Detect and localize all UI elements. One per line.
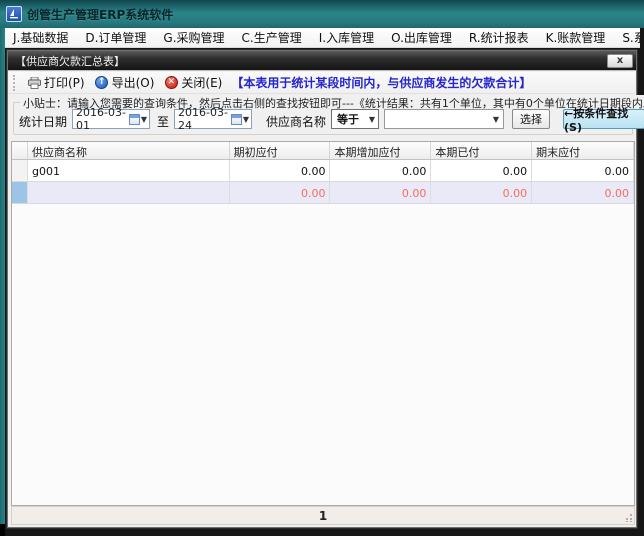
cell-supplier-name[interactable]: g001 — [28, 160, 230, 181]
close-circle-icon: ✕ — [164, 76, 178, 90]
page-number: 1 — [319, 509, 327, 523]
column-header-2[interactable]: 本期增加应付 — [330, 142, 431, 159]
app-icon — [6, 6, 22, 22]
report-body: 打印(P) ↑ 导出(O) ✕ 关闭(E) 【本表用于统计某段时间内，与供应商发… — [8, 70, 636, 527]
row-selector-header — [12, 142, 28, 159]
chevron-down-icon[interactable]: ▼ — [141, 115, 147, 124]
menu-item-3[interactable]: C.生产管理 — [242, 29, 302, 46]
row-selector[interactable] — [12, 182, 28, 203]
filter-row: 统计日期 2016-03-01 ▼ 至 2016-03-24 ▼ 供 — [14, 109, 632, 131]
print-label: 打印(P) — [44, 74, 85, 91]
menu-bar: J.基础数据 D.订单管理 G.采购管理 C.生产管理 I.入库管理 O.出库管理 R.统计… — [5, 28, 640, 48]
cell-value[interactable]: 0.00 — [230, 160, 331, 181]
date-to-label: 至 — [157, 113, 169, 130]
row-selector[interactable] — [12, 160, 28, 181]
export-label: 导出(O) — [112, 74, 155, 91]
report-title: 【供应商欠款汇总表】 — [15, 53, 607, 69]
cell-value[interactable]: 0.00 — [330, 182, 431, 203]
cell-value[interactable]: 0.00 — [330, 160, 431, 181]
status-bar: 1 — [11, 506, 635, 525]
supplier-combo[interactable]: ▼ — [384, 109, 504, 129]
menu-item-7[interactable]: K.账款管理 — [546, 29, 606, 46]
toolbar-grip-icon — [13, 75, 16, 91]
close-report-button[interactable]: ✕ 关闭(E) — [159, 72, 227, 93]
date-label: 统计日期 — [19, 113, 67, 130]
calendar-icon — [231, 114, 242, 125]
report-titlebar: 【供应商欠款汇总表】 x — [8, 51, 636, 70]
date-to-input[interactable]: 2016-03-24 ▼ — [174, 109, 252, 129]
resize-grip-icon[interactable] — [624, 514, 632, 522]
date-from-input[interactable]: 2016-03-01 ▼ — [72, 109, 150, 129]
menu-item-0[interactable]: J.基础数据 — [13, 29, 68, 46]
cell-value[interactable]: 0.00 — [431, 160, 532, 181]
print-button[interactable]: 打印(P) — [22, 72, 90, 93]
main-titlebar: 创管生产管理ERP系统软件 — [0, 0, 644, 28]
menu-item-4[interactable]: I.入库管理 — [319, 29, 374, 46]
column-header-1[interactable]: 期初应付 — [230, 142, 331, 159]
summary-table: 供应商名称期初应付本期增加应付本期已付期末应付 g0010.000.000.00… — [11, 141, 635, 506]
chevron-down-icon[interactable]: ▼ — [243, 115, 249, 124]
supplier-label: 供应商名称 — [266, 113, 326, 130]
date-to-value: 2016-03-24 — [178, 106, 231, 132]
calendar-icon — [129, 114, 140, 125]
cell-value[interactable]: 0.00 — [532, 182, 634, 203]
table-header: 供应商名称期初应付本期增加应付本期已付期末应付 — [12, 142, 634, 160]
menu-item-2[interactable]: G.采购管理 — [163, 29, 224, 46]
export-icon: ↑ — [95, 76, 109, 90]
select-supplier-button[interactable]: 选择 — [512, 109, 550, 129]
printer-icon — [27, 76, 41, 90]
summary-row[interactable]: 0.000.000.000.00 — [12, 182, 634, 204]
filter-groupbox: 小贴士：请输入您需要的查询条件，然后点击右侧的查找按钮即可---《统计结果：共有… — [13, 102, 633, 135]
menu-items: J.基础数据 D.订单管理 G.采购管理 C.生产管理 I.入库管理 O.出库管理 R.统计… — [13, 29, 640, 46]
menu-item-5[interactable]: O.出库管理 — [391, 29, 452, 46]
column-header-3[interactable]: 本期已付 — [431, 142, 532, 159]
close-icon[interactable]: x — [607, 54, 633, 68]
export-button[interactable]: ↑ 导出(O) — [90, 72, 160, 93]
operator-select[interactable]: 等于 ▼ — [331, 109, 379, 129]
menu-item-1[interactable]: D.订单管理 — [85, 29, 146, 46]
table-rows: g0010.000.000.000.000.000.000.000.00 — [12, 160, 634, 204]
chevron-down-icon: ▼ — [369, 115, 375, 124]
chevron-down-icon: ▼ — [493, 115, 499, 124]
report-window: 【供应商欠款汇总表】 x 打印(P) ↑ 导出(O) — [7, 50, 637, 528]
window-title: 创管生产管理ERP系统软件 — [27, 6, 173, 23]
cell-value[interactable]: 0.00 — [431, 182, 532, 203]
date-from-value: 2016-03-01 — [76, 106, 129, 132]
report-toolbar: 打印(P) ↑ 导出(O) ✕ 关闭(E) 【本表用于统计某段时间内，与供应商发… — [9, 72, 635, 94]
close-label: 关闭(E) — [181, 74, 222, 91]
cell-value[interactable]: 0.00 — [532, 160, 634, 181]
column-header-0[interactable]: 供应商名称 — [28, 142, 230, 159]
cell-value[interactable]: 0.00 — [230, 182, 331, 203]
table-row[interactable]: g0010.000.000.000.00 — [12, 160, 634, 182]
operator-value: 等于 — [337, 111, 359, 127]
cell-supplier-name[interactable] — [28, 182, 230, 203]
menu-item-6[interactable]: R.统计报表 — [469, 29, 529, 46]
menu-item-8[interactable]: S.系统管理 — [622, 29, 640, 46]
search-button[interactable]: ←按条件查找(S) — [563, 109, 644, 129]
column-header-4[interactable]: 期末应付 — [532, 142, 634, 159]
report-description: 【本表用于统计某段时间内，与供应商发生的欠款合计】 — [231, 74, 531, 91]
